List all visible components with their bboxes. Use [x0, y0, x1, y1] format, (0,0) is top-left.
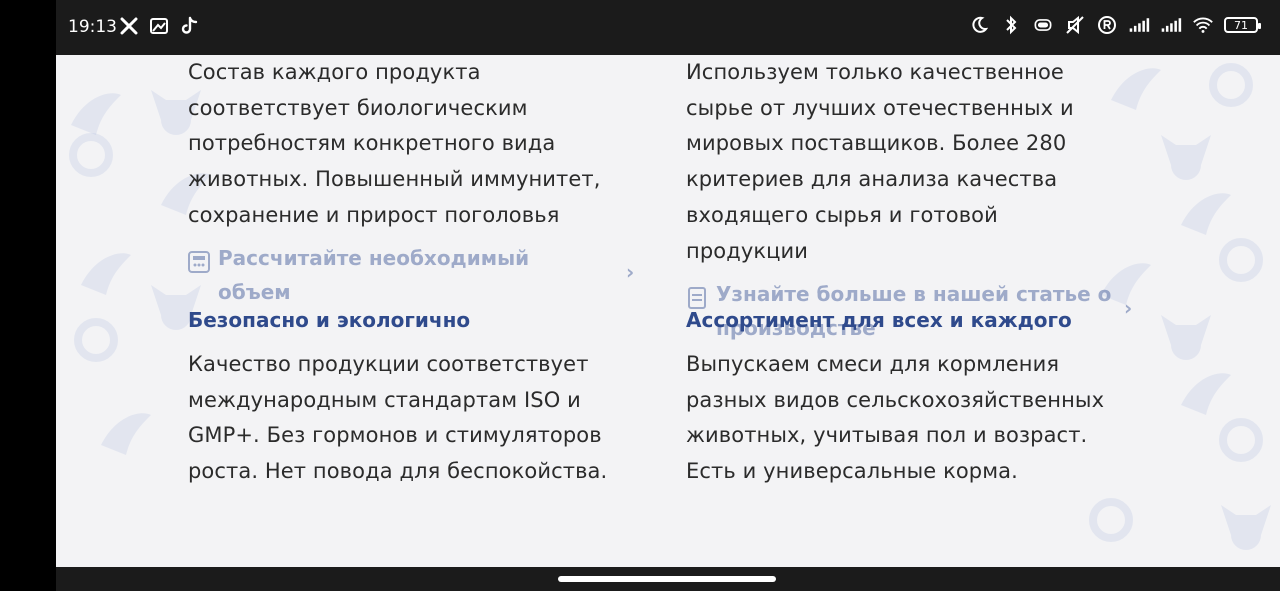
right-body-line: животных, учитывая пол и возраст.: [686, 423, 1088, 448]
right-intro-line: мировых поставщиков. Более 280: [686, 131, 1067, 156]
left-intro-line: животных. Повышенный иммунитет,: [188, 167, 601, 192]
vibrate-icon: [1032, 14, 1054, 36]
watermark-bird-icon: [81, 253, 131, 295]
tools-icon: [118, 15, 140, 37]
moon-icon: [968, 14, 990, 36]
right-body-line: разных видов сельскохозяйственных: [686, 387, 1105, 412]
watermark-cow-icon: [1161, 135, 1211, 180]
calculate-volume-label: Рассчитайте необходимый объем: [218, 246, 530, 304]
wifi-icon: [1192, 14, 1214, 36]
right-intro-line: сырье от лучших отечественных и: [686, 95, 1074, 120]
left-intro-line: Состав каждого продукта: [188, 60, 481, 84]
right-body-line: Выпускаем смеси для кормления: [686, 352, 1060, 376]
calculator-icon: [188, 251, 210, 273]
navigation-bar: [56, 567, 1280, 591]
status-bar: 19:13 71: [56, 0, 1280, 55]
calculate-volume-link[interactable]: Рассчитайте необходимый объем: [188, 241, 578, 309]
left-section: Безопасно и экологично Качество продукци…: [188, 308, 678, 490]
document-icon: [686, 287, 708, 309]
right-intro-line: продукции: [686, 238, 809, 263]
chevron-right-icon[interactable]: ›: [626, 260, 634, 284]
watermark-pig-icon: [1089, 498, 1133, 542]
left-body-line: Качество продукции соответствует: [188, 352, 589, 376]
tiktok-icon: [178, 15, 200, 37]
bluetooth-icon: [1000, 14, 1022, 36]
right-section: Ассортимент для всех и каждого Выпускаем…: [686, 308, 1176, 490]
right-intro: Используем только качественное сырье от …: [686, 55, 1156, 269]
battery-indicator: 71: [1224, 17, 1261, 33]
left-body-line: роста. Нет повода для беспокойства.: [188, 459, 608, 484]
page-content: Состав каждого продукта соответствует би…: [56, 55, 1280, 567]
registered-icon: [1096, 14, 1118, 36]
home-gesture-handle[interactable]: [558, 576, 776, 582]
gallery-icon: [148, 15, 170, 37]
left-intro-line: соответствует биологическим: [188, 95, 528, 120]
section-heading-safe: Безопасно и экологично: [188, 308, 471, 332]
right-intro-line: критериев для анализа качества: [686, 167, 1058, 192]
right-body-line: Есть и универсальные корма.: [686, 459, 1018, 484]
left-body-line: GMP+. Без гормонов и стимуляторов: [188, 423, 602, 448]
right-intro-line: входящего сырья и готовой: [686, 202, 998, 227]
watermark-cow-icon: [1221, 505, 1271, 550]
status-time: 19:13: [68, 17, 117, 37]
section-heading-assortment: Ассортимент для всех и каждого: [686, 308, 1072, 332]
screen-bezel: [0, 0, 56, 591]
watermark-pig-icon: [1219, 418, 1263, 462]
mute-icon: [1064, 14, 1086, 36]
watermark-pig-icon: [69, 133, 113, 177]
signal-icon: [1160, 14, 1182, 36]
watermark-bird-icon: [101, 413, 151, 455]
left-intro-line: сохранение и прирост поголовья: [188, 202, 560, 227]
left-intro: Состав каждого продукта соответствует би…: [188, 55, 658, 234]
left-intro-line: потребностям конкретного вида: [188, 131, 556, 156]
signal-icon: [1128, 14, 1150, 36]
watermark-pig-icon: [1209, 63, 1253, 107]
right-intro-line: Используем только качественное: [686, 60, 1064, 84]
left-body-line: международным стандартам ISO и: [188, 387, 581, 412]
watermark-pig-icon: [1219, 238, 1263, 282]
watermark-pig-icon: [74, 318, 118, 362]
